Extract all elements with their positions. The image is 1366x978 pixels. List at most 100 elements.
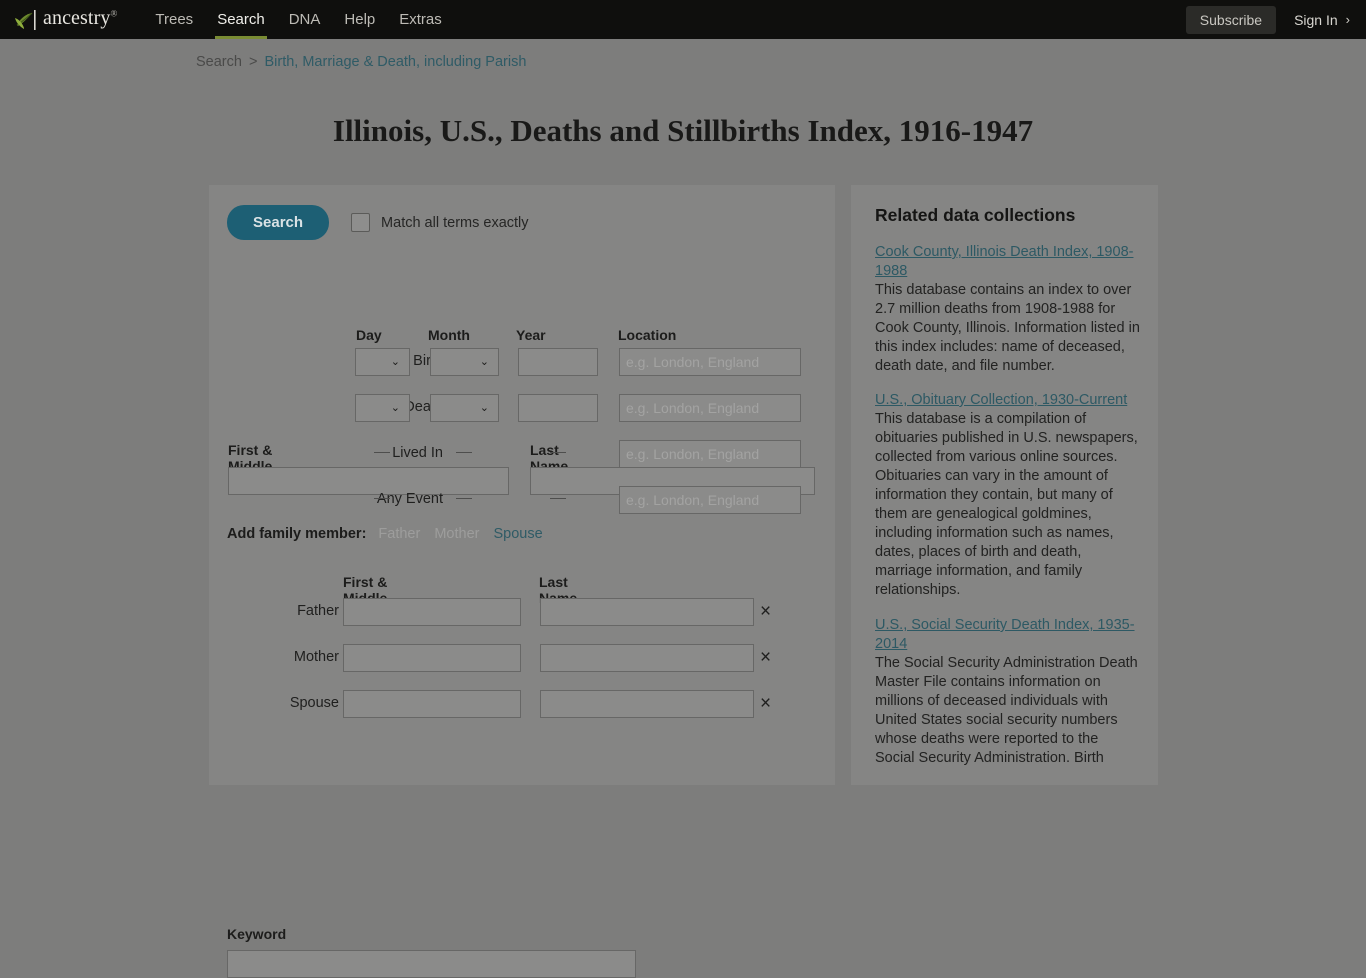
father-first-name-wrap bbox=[343, 598, 521, 626]
nav-item-dna-label: DNA bbox=[288, 11, 321, 28]
column-header-month: Month bbox=[428, 327, 470, 343]
nav-item-dna[interactable]: DNA bbox=[277, 0, 333, 39]
logo-trademark: ® bbox=[110, 8, 118, 19]
match-exact-label: Match all terms exactly bbox=[381, 214, 529, 231]
collection-description: This database is a compilation of obitua… bbox=[875, 411, 1138, 598]
nav-item-trees[interactable]: Trees bbox=[143, 0, 205, 39]
breadcrumb-current[interactable]: Birth, Marriage & Death, including Paris… bbox=[264, 54, 526, 70]
column-header-day: Day bbox=[356, 327, 382, 343]
father-first-name-input[interactable] bbox=[343, 598, 521, 626]
birth-day-select[interactable]: ⌄ bbox=[355, 348, 410, 376]
chevron-down-icon: ⌄ bbox=[390, 401, 400, 414]
family-row-label-mother: Mother bbox=[293, 649, 339, 665]
dash-placeholder-year bbox=[550, 498, 566, 499]
death-month-select[interactable]: ⌄ bbox=[430, 394, 499, 422]
collection-description: This database contains an index to over … bbox=[875, 282, 1140, 374]
family-row-mother: Mother × bbox=[209, 644, 835, 674]
breadcrumb-root[interactable]: Search bbox=[196, 54, 242, 70]
search-actions-row: Search Match all terms exactly bbox=[227, 205, 529, 240]
related-collections-panel: Related data collections Cook County, Il… bbox=[851, 185, 1158, 785]
any-event-location-input[interactable] bbox=[619, 486, 801, 514]
dash-placeholder-day bbox=[374, 498, 390, 499]
add-spouse-link[interactable]: Spouse bbox=[493, 526, 542, 542]
dash-placeholder-month bbox=[456, 452, 472, 453]
sign-in-link[interactable]: Sign In › bbox=[1294, 12, 1350, 28]
collection-link[interactable]: Cook County, Illinois Death Index, 1908-… bbox=[875, 243, 1140, 281]
mother-last-name-wrap bbox=[540, 644, 754, 672]
spouse-first-name-input[interactable] bbox=[343, 690, 521, 718]
death-day-select[interactable]: ⌄ bbox=[355, 394, 410, 422]
top-navbar: ancestry® Trees Search DNA Help Extras S… bbox=[0, 0, 1366, 39]
search-form-panel: Search Match all terms exactly First & M… bbox=[209, 185, 835, 978]
add-family-member-label: Add family member: bbox=[227, 526, 367, 542]
keyword-input[interactable] bbox=[227, 950, 636, 978]
chevron-down-icon: ⌄ bbox=[479, 355, 489, 368]
death-location-input[interactable] bbox=[619, 394, 801, 422]
lived-in-location-input[interactable] bbox=[619, 440, 801, 468]
lived-in-location-wrap bbox=[619, 440, 801, 468]
death-location-wrap bbox=[619, 394, 801, 422]
sign-in-label: Sign In bbox=[1294, 11, 1338, 28]
chevron-down-icon: ⌄ bbox=[390, 355, 400, 368]
spouse-first-name-wrap bbox=[343, 690, 521, 718]
death-year-input[interactable] bbox=[518, 394, 598, 422]
column-header-year: Year bbox=[516, 327, 546, 343]
search-button[interactable]: Search bbox=[227, 205, 330, 240]
ancestry-logo[interactable]: ancestry® bbox=[14, 0, 117, 39]
birth-year-input[interactable] bbox=[518, 348, 598, 376]
spouse-last-name-wrap bbox=[540, 690, 754, 718]
father-last-name-wrap bbox=[540, 598, 754, 626]
add-family-member-row: Add family member: Father Mother Spouse bbox=[227, 526, 557, 542]
remove-father-icon[interactable]: × bbox=[760, 599, 771, 625]
keyword-label: Keyword bbox=[227, 926, 287, 942]
father-last-name-input[interactable] bbox=[540, 598, 754, 626]
page-title: Illinois, U.S., Deaths and Stillbirths I… bbox=[332, 112, 1034, 148]
nav-links: Trees Search DNA Help Extras bbox=[143, 0, 453, 39]
collection-item: Cook County, Illinois Death Index, 1908-… bbox=[875, 243, 1140, 376]
nav-item-search-label: Search bbox=[217, 11, 265, 28]
mother-last-name-input[interactable] bbox=[540, 644, 754, 672]
add-father-link[interactable]: Father bbox=[378, 526, 420, 542]
match-exact-checkbox[interactable] bbox=[351, 213, 371, 232]
breadcrumb-separator: > bbox=[248, 54, 258, 70]
nav-item-extras-label: Extras bbox=[399, 11, 442, 28]
family-row-father: Father × bbox=[209, 598, 835, 628]
nav-right-group: Subscribe Sign In › bbox=[1185, 0, 1360, 39]
collection-item: U.S., Obituary Collection, 1930-Current … bbox=[875, 391, 1140, 600]
leaf-icon bbox=[14, 9, 40, 31]
death-year-wrap bbox=[518, 394, 598, 422]
spouse-last-name-input[interactable] bbox=[540, 690, 754, 718]
event-row-death: Death ⌄ ⌄ bbox=[209, 394, 835, 424]
remove-spouse-icon[interactable]: × bbox=[760, 691, 771, 717]
mother-first-name-input[interactable] bbox=[343, 644, 521, 672]
collection-link[interactable]: U.S., Social Security Death Index, 1935-… bbox=[875, 616, 1140, 654]
keyword-field-wrap bbox=[227, 950, 636, 978]
collection-link[interactable]: U.S., Obituary Collection, 1930-Current bbox=[875, 391, 1140, 410]
remove-mother-icon[interactable]: × bbox=[760, 645, 771, 671]
breadcrumb: Search > Birth, Marriage & Death, includ… bbox=[196, 54, 526, 70]
column-header-location: Location bbox=[618, 327, 677, 343]
family-row-label-spouse: Spouse bbox=[289, 695, 339, 711]
birth-year-wrap bbox=[518, 348, 598, 376]
add-mother-link[interactable]: Mother bbox=[434, 526, 479, 542]
event-row-birth: Birth ⌄ ⌄ bbox=[209, 348, 835, 378]
birth-location-input[interactable] bbox=[619, 348, 801, 376]
collection-item: U.S., Social Security Death Index, 1935-… bbox=[875, 616, 1140, 768]
nav-item-search[interactable]: Search bbox=[205, 0, 277, 39]
nav-item-help[interactable]: Help bbox=[332, 0, 387, 39]
chevron-down-icon: ⌄ bbox=[479, 401, 489, 414]
collection-description: The Social Security Administration Death… bbox=[875, 655, 1138, 766]
birth-month-select[interactable]: ⌄ bbox=[430, 348, 499, 376]
match-exact-toggle[interactable]: Match all terms exactly bbox=[351, 213, 529, 232]
birth-location-wrap bbox=[619, 348, 801, 376]
related-collections-title: Related data collections bbox=[875, 205, 1076, 225]
any-event-location-wrap bbox=[619, 486, 801, 514]
event-row-lived-in: Lived In bbox=[209, 440, 835, 470]
nav-item-trees-label: Trees bbox=[155, 11, 194, 28]
nav-item-extras[interactable]: Extras bbox=[387, 0, 454, 39]
mother-first-name-wrap bbox=[343, 644, 521, 672]
family-row-label-father: Father bbox=[297, 603, 339, 619]
subscribe-button[interactable]: Subscribe bbox=[1185, 5, 1277, 34]
chevron-right-icon: › bbox=[1345, 12, 1350, 27]
logo-wordmark: ancestry® bbox=[43, 7, 118, 29]
